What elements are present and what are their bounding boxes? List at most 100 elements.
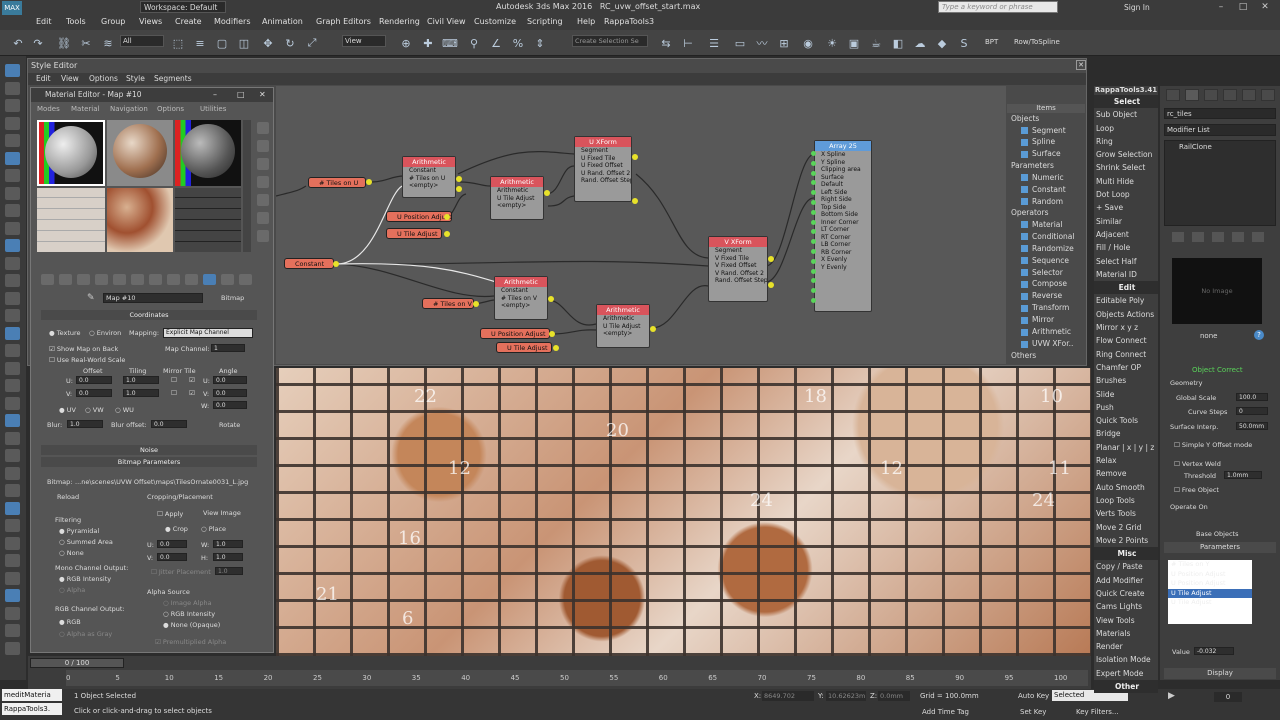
reload-button[interactable]: Reload <box>57 493 79 501</box>
coordinates-rollout[interactable]: Coordinates <box>41 310 257 320</box>
alpha-radio[interactable]: ○ Alpha <box>59 586 85 594</box>
display-tab-icon[interactable] <box>1242 89 1256 101</box>
maximize-button[interactable]: □ <box>237 90 245 99</box>
menu-views[interactable]: Views <box>139 17 162 26</box>
menu-edit[interactable]: Edit <box>36 17 52 26</box>
rappa-item-brushes[interactable]: Brushes <box>1094 374 1158 387</box>
rect-select-icon[interactable]: ▢ <box>214 35 230 51</box>
mat-menu-navigation[interactable]: Navigation <box>110 105 148 113</box>
node-arithmetic-2[interactable]: Arithmetic Arithmetic U Tile Adjust <emp… <box>490 176 544 220</box>
view-image-button[interactable]: View Image <box>203 509 241 517</box>
extrude-icon[interactable] <box>5 309 20 322</box>
sign-in-link[interactable]: Sign In <box>1124 3 1150 12</box>
show-map-checkbox[interactable]: ☑ Show Map on Back <box>49 345 118 353</box>
rotate-button[interactable]: Rotate <box>219 421 240 429</box>
render-setup-icon[interactable]: ☀ <box>824 35 840 51</box>
item-random[interactable]: Random <box>1007 196 1085 208</box>
u-mirror-checkbox[interactable]: ☐ <box>171 376 177 384</box>
mat-tool-icon[interactable] <box>203 274 216 285</box>
value-field[interactable]: -0.032 <box>1194 647 1234 655</box>
crop-u-field[interactable]: 0.0 <box>157 540 187 548</box>
display-header[interactable]: Display <box>1164 668 1276 679</box>
v-mirror-checkbox[interactable]: ☐ <box>171 389 177 397</box>
rappa-item-multi-hide[interactable]: Multi Hide <box>1094 175 1158 188</box>
maximize-button[interactable]: □ <box>1236 2 1250 13</box>
chamfer-icon[interactable] <box>5 291 20 305</box>
node-v-xform[interactable]: V XForm Segment V Fixed Tile V Fixed Off… <box>708 236 768 302</box>
image-alpha-radio[interactable]: ○ Image Alpha <box>163 599 212 607</box>
link-icon[interactable]: ⛓ <box>56 35 72 51</box>
menu-rappatools3[interactable]: RappaTools3 <box>604 17 654 26</box>
item-arithmetic[interactable]: Arithmetic <box>1007 326 1085 338</box>
node-u-xform[interactable]: U XForm Segment U Fixed Tile U Fixed Off… <box>574 136 632 202</box>
rappa-item-shrink-select[interactable]: Shrink Select <box>1094 161 1158 174</box>
simple-y-checkbox[interactable]: ☐ Simple Y Offset mode <box>1174 441 1252 449</box>
motion-tab-icon[interactable] <box>1223 89 1237 101</box>
spinner-snap-icon[interactable]: ⇕ <box>532 35 548 51</box>
rgb-intensity-radio[interactable]: ● RGB Intensity <box>59 575 111 583</box>
mat-tool-icon[interactable] <box>131 274 144 285</box>
u-tiling-field[interactable]: 1.0 <box>123 376 159 384</box>
poly-icon[interactable] <box>5 64 20 77</box>
time-slider[interactable]: 0 / 100 <box>30 658 124 668</box>
rappa-item-objects-actions[interactable]: Objects Actions <box>1094 308 1158 321</box>
selection-filter-dropdown[interactable]: All <box>120 35 164 47</box>
add-time-tag[interactable]: Add Time Tag <box>922 708 969 716</box>
style-menu-view[interactable]: View <box>61 74 79 83</box>
parameters-list[interactable]: # Tiles on YU Position Adjust U Position … <box>1168 560 1252 624</box>
scale-icon[interactable]: ⤢ <box>304 35 320 51</box>
edge-icon[interactable] <box>5 151 20 165</box>
rappa-item-quick-tools[interactable]: Quick Tools <box>1094 414 1158 427</box>
cut-icon[interactable] <box>5 414 20 427</box>
map-type-button[interactable]: Bitmap <box>221 294 244 302</box>
x-coordinate[interactable]: 8649.702 <box>762 691 814 701</box>
bind-icon[interactable]: ≋ <box>100 35 116 51</box>
perspective-viewport[interactable]: 22 10 11 18 12 20 12 24 24 16 6 21 <box>276 368 1091 656</box>
mat-tool-icon[interactable] <box>95 274 108 285</box>
node-arithmetic-3[interactable]: Arithmetic Constant # Tiles on V <empty> <box>494 276 548 320</box>
rappa-item-remove[interactable]: Remove <box>1094 467 1158 480</box>
item-conditional[interactable]: Conditional <box>1007 231 1085 243</box>
hinge-icon[interactable] <box>5 554 20 567</box>
uv-radio[interactable]: ● UV <box>59 406 76 414</box>
loop-icon[interactable] <box>5 256 20 270</box>
rappa-item-flow-connect[interactable]: Flow Connect <box>1094 334 1158 347</box>
layer-explorer-icon[interactable]: ☰ <box>706 35 722 51</box>
modifier-stack[interactable]: RailClone <box>1164 140 1276 226</box>
style-menu-segments[interactable]: Segments <box>154 74 192 83</box>
z-coordinate[interactable]: 0.0mm <box>878 691 910 701</box>
paint-icon[interactable] <box>5 501 20 515</box>
threshold-field[interactable]: 1.0mm <box>1224 471 1262 479</box>
mat-side-tool-icon[interactable] <box>257 230 269 242</box>
show-end-icon[interactable] <box>1192 232 1204 242</box>
premultiplied-checkbox[interactable]: ☑ Premultiplied Alpha <box>155 638 226 646</box>
render-iterative-icon[interactable]: ◧ <box>890 35 906 51</box>
pyramidal-radio[interactable]: ● Pyramidal <box>59 527 99 535</box>
summed-area-radio[interactable]: ○ Summed Area <box>59 538 113 546</box>
real-world-checkbox[interactable]: ☐ Use Real-World Scale <box>49 356 125 364</box>
item-compose[interactable]: Compose <box>1007 278 1085 290</box>
item-surface[interactable]: Surface <box>1007 148 1085 160</box>
curve-editor-icon[interactable]: 〰 <box>754 35 770 51</box>
hierarchy-tab-icon[interactable] <box>1204 89 1218 101</box>
rappa-item-similar[interactable]: Similar <box>1094 215 1158 228</box>
frame-number-field[interactable]: 0 <box>1214 692 1242 702</box>
param-item[interactable]: U Position Adjust <box>1168 579 1252 589</box>
sample-slot-5[interactable] <box>107 188 173 252</box>
redo-icon[interactable]: ↷ <box>30 35 46 51</box>
window-crossing-icon[interactable]: ◫ <box>236 35 252 51</box>
rappa-item--save[interactable]: + Save <box>1094 201 1158 214</box>
item-randomize[interactable]: Randomize <box>1007 243 1085 255</box>
select-icon[interactable]: ⬚ <box>170 35 186 51</box>
style-menu-options[interactable]: Options <box>89 74 118 83</box>
menu-animation[interactable]: Animation <box>262 17 303 26</box>
schematic-icon[interactable]: ⊞ <box>776 35 792 51</box>
target-icon[interactable] <box>5 396 20 410</box>
sample-slot-6[interactable] <box>175 188 241 252</box>
object-name-field[interactable]: rc_tiles <box>1164 108 1276 119</box>
minimize-button[interactable]: – <box>1214 2 1228 13</box>
blur-field[interactable]: 1.0 <box>67 420 103 428</box>
mat-menu-modes[interactable]: Modes <box>37 105 60 113</box>
slice-icon[interactable] <box>5 431 20 445</box>
rotate-icon[interactable] <box>5 116 20 130</box>
